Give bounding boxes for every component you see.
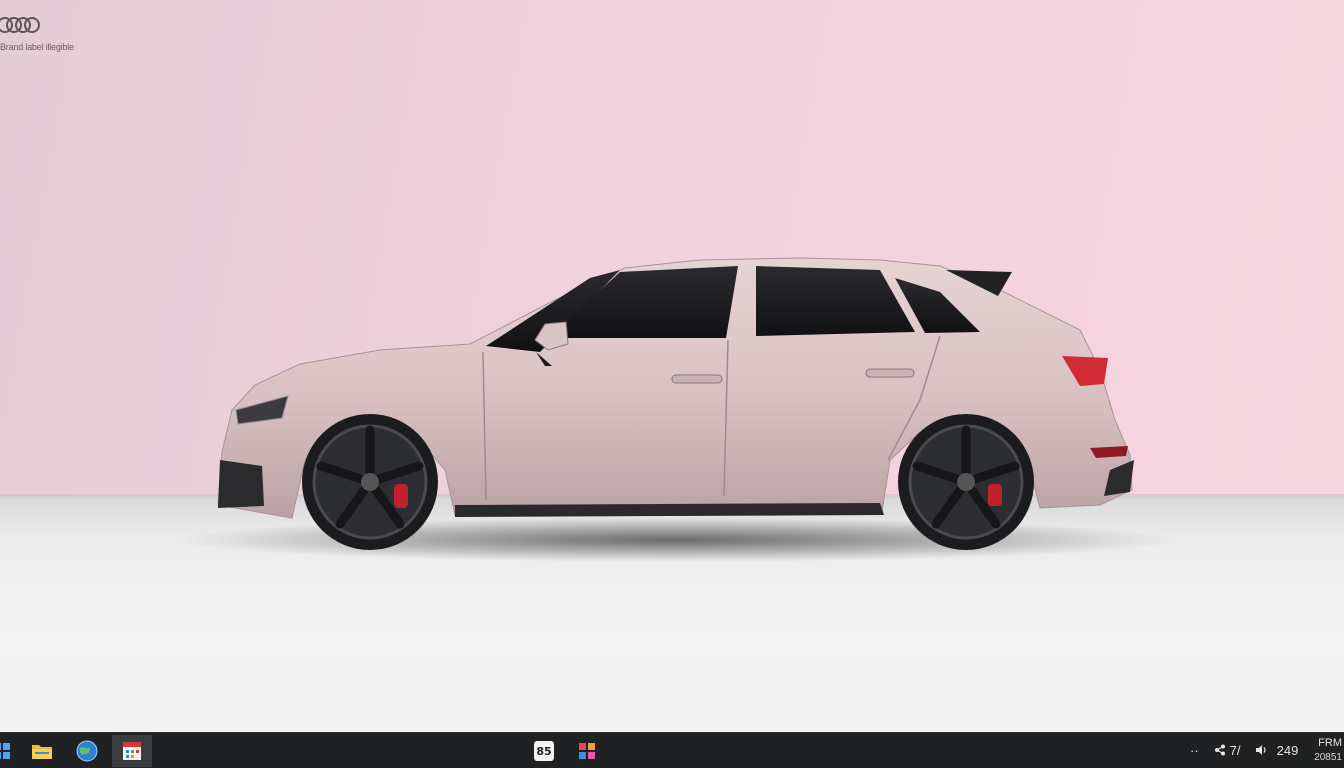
colorful-app-button[interactable]: [567, 735, 607, 767]
front-wheel: [302, 414, 438, 550]
file-explorer-icon: [32, 745, 52, 759]
front-bumper: [218, 460, 264, 508]
speaker-icon: [1256, 745, 1266, 755]
car-wallpaper-image: [175, 257, 1175, 562]
desktop: Brand label illegible: [0, 0, 1344, 732]
taskbar: 85 ·· 7/ 249 FRM 20851: [0, 732, 1344, 768]
clock[interactable]: FRM 20851: [1306, 736, 1342, 765]
clock-date: 20851: [1314, 752, 1342, 763]
share-indicator[interactable]: 7/: [1214, 743, 1240, 759]
brand-logo: Brand label illegible: [0, 12, 74, 58]
rear-wheel: [898, 414, 1034, 550]
volume-indicator[interactable]: 249: [1255, 743, 1298, 759]
file-explorer-button[interactable]: [22, 735, 62, 767]
calendar-app-button[interactable]: [112, 735, 152, 767]
app-tile-icon: 85: [534, 741, 554, 761]
side-sill: [455, 503, 884, 517]
brand-caption: Brand label illegible: [0, 42, 74, 52]
browser-globe-icon: [76, 740, 98, 762]
share-icon: [1215, 744, 1225, 756]
browser-button[interactable]: [67, 735, 107, 767]
center-app-button[interactable]: 85: [524, 735, 564, 767]
start-icon: [0, 743, 10, 759]
front-door-handle: [671, 374, 723, 384]
tray-overflow-button[interactable]: ··: [1190, 743, 1199, 759]
four-rings-icon: [0, 17, 40, 33]
clock-time: FRM: [1318, 737, 1342, 749]
start-button[interactable]: [0, 735, 22, 767]
app-tile-label: 85: [536, 744, 552, 758]
rear-door-handle: [865, 368, 915, 378]
colorful-grid-icon: [579, 743, 595, 759]
volume-text: 249: [1276, 743, 1299, 758]
calendar-app-icon: [123, 742, 141, 760]
share-text: 7/: [1229, 743, 1241, 758]
